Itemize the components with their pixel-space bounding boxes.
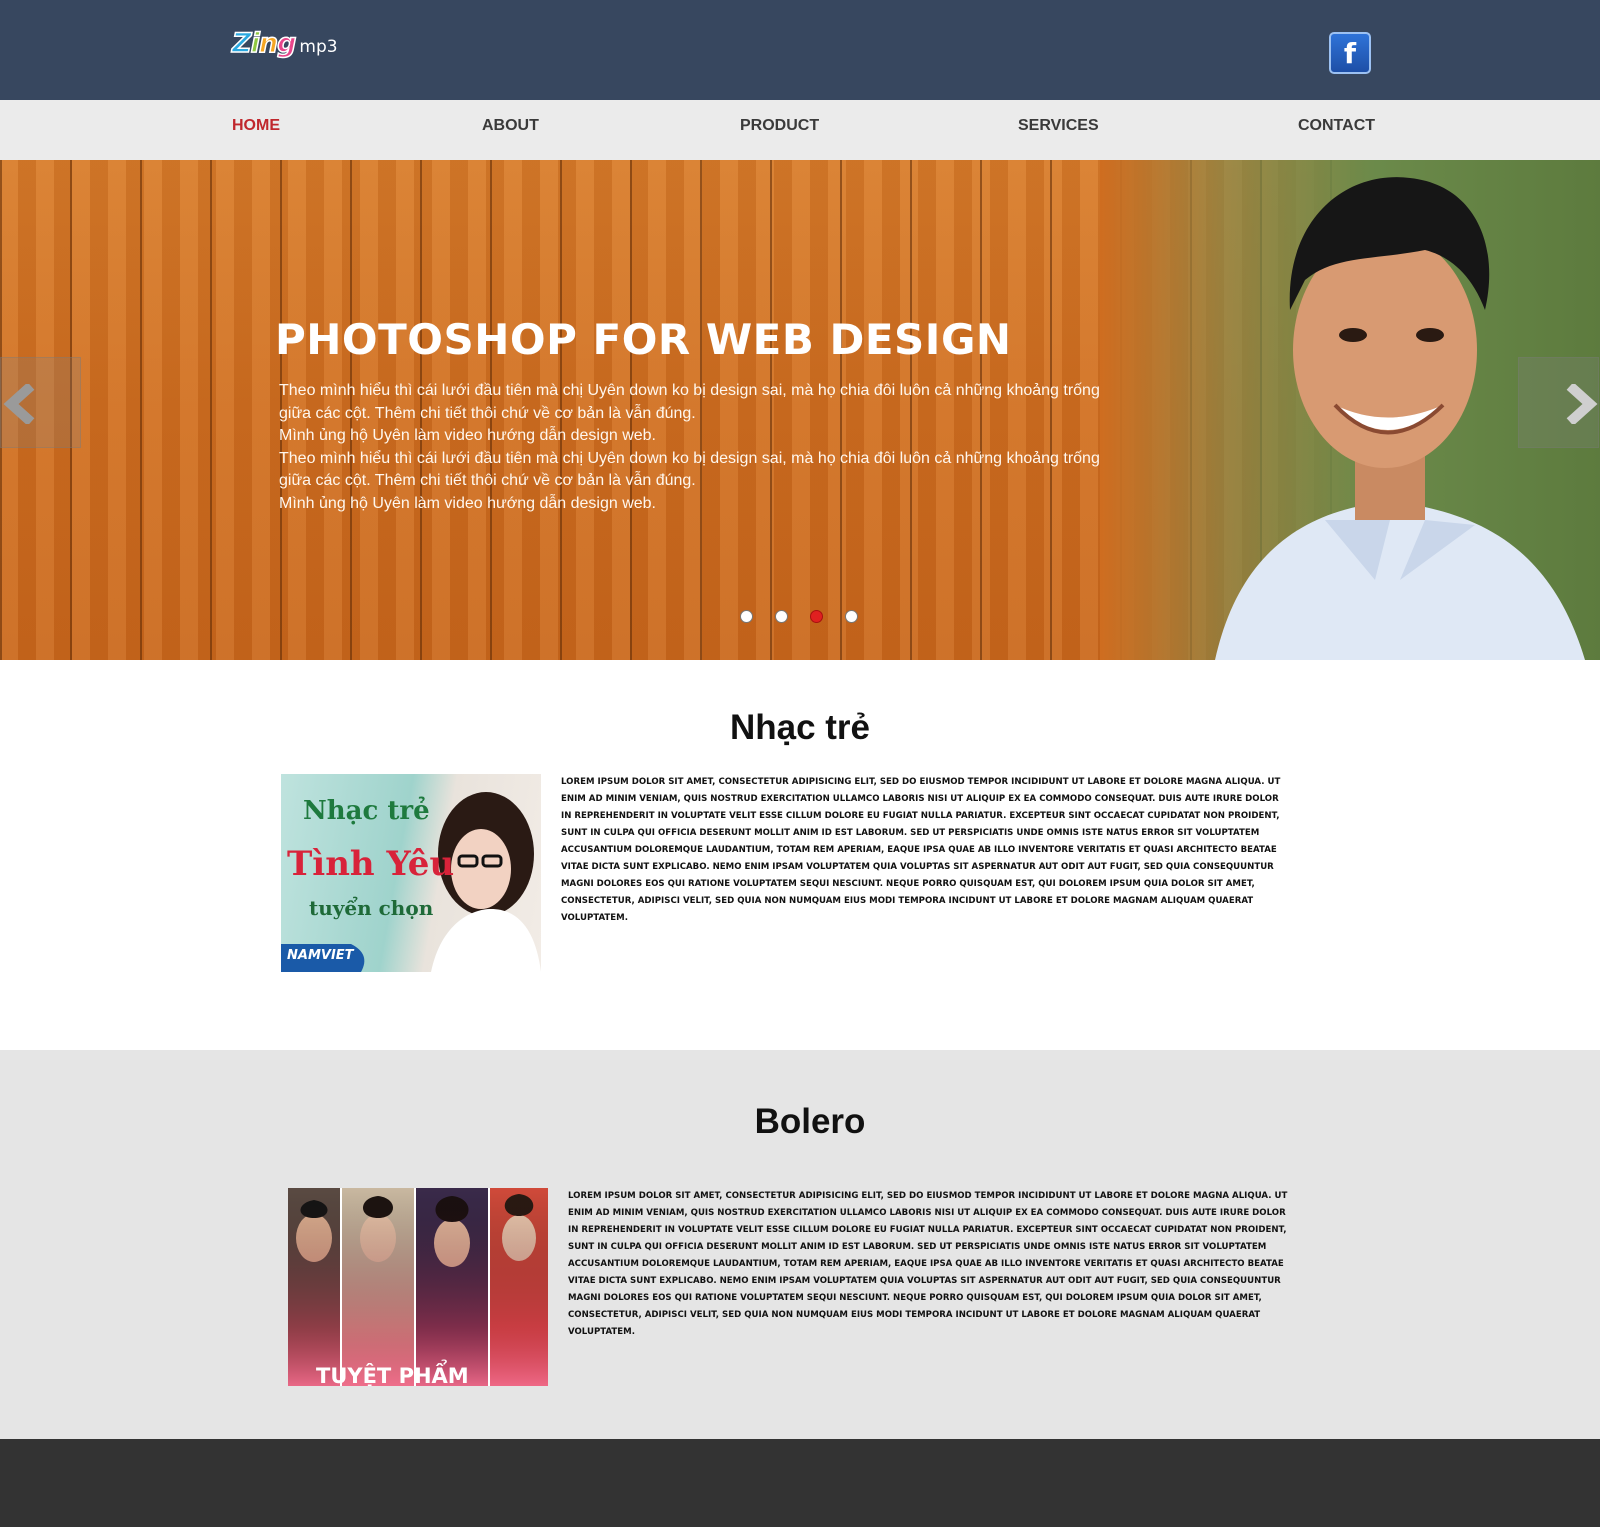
slider-dot[interactable]	[740, 610, 753, 623]
album-art	[288, 1188, 548, 1386]
nav-services[interactable]: SERVICES	[1018, 117, 1099, 135]
slider-dots	[740, 610, 858, 623]
album-publisher: NAMVIET	[287, 948, 354, 963]
slider-dot[interactable]	[775, 610, 788, 623]
main-nav: HOME ABOUT PRODUCT SERVICES CONTACT	[0, 100, 1600, 160]
slider-next-button[interactable]	[1518, 357, 1599, 448]
logo-letter: n	[258, 28, 279, 59]
slider-dot-active[interactable]	[810, 610, 823, 623]
section-title: Bolero	[754, 1102, 866, 1141]
nav-product[interactable]: PRODUCT	[740, 117, 819, 135]
logo-letter: i	[250, 28, 261, 59]
hero-line: Theo mình hiểu thì cái lưới đầu tiên mà …	[279, 449, 1100, 467]
hero-line: Mình ủng hộ Uyên làm video hướng dẫn des…	[279, 494, 656, 512]
logo-brand: Zing	[231, 28, 297, 59]
hero-line: giữa các cột. Thêm chi tiết thôi chứ về …	[279, 472, 696, 489]
hero-slider: PHOTOSHOP FOR WEB DESIGN Theo mình hiểu …	[0, 160, 1600, 660]
album-cover-bolero[interactable]: TUYỆT PHẨM	[288, 1188, 548, 1386]
section-bolero: Bolero TUYỆT PHẨM LOREM IPSUM DOLOR SIT …	[0, 1050, 1600, 1439]
nav-contact[interactable]: CONTACT	[1298, 117, 1375, 135]
slider-prev-button[interactable]	[0, 357, 81, 448]
album-subtitle: Tình Yêu	[287, 844, 455, 884]
section-title: Nhạc trẻ	[729, 708, 871, 747]
section-body: Lorem ipsum dolor sit amet, consectetur …	[561, 777, 1281, 923]
site-footer	[0, 1439, 1600, 1527]
album-tagline: tuyển chọn	[309, 896, 434, 920]
nav-home[interactable]: HOME	[232, 117, 280, 135]
logo-letter: Z	[231, 28, 252, 59]
hero-line: giữa các cột. Thêm chi tiết thôi chứ về …	[279, 404, 696, 422]
album-title: TUYỆT PHẨM	[316, 1364, 469, 1386]
hero-line: Mình ủng hộ Uyên làm video hướng dẫn des…	[279, 427, 656, 444]
facebook-icon[interactable]: f	[1329, 32, 1371, 74]
album-title: Nhạc trẻ	[303, 796, 430, 826]
section-body: Lorem ipsum dolor sit amet, consectetur …	[568, 1191, 1288, 1337]
chevron-right-icon	[1566, 384, 1598, 424]
logo-suffix: mp3	[299, 37, 338, 57]
site-header: Zing mp3 f	[0, 0, 1600, 100]
album-cover-nhac-tre[interactable]: Nhạc trẻ Tình Yêu tuyển chọn NAMVIET	[281, 774, 541, 972]
section-nhac-tre: Nhạc trẻ Nhạc trẻ Tình Yêu tuyển chọn NA…	[0, 660, 1600, 1050]
hero-title: PHOTOSHOP FOR WEB DESIGN	[275, 315, 1012, 364]
slider-dot[interactable]	[845, 610, 858, 623]
hero-line: Theo mình hiểu thì cái lưới đầu tiên mà …	[279, 382, 1100, 399]
hero-description: Theo mình hiểu thì cái lưới đầu tiên mà …	[279, 380, 1109, 515]
logo[interactable]: Zing mp3	[231, 28, 338, 59]
chevron-left-icon	[3, 384, 35, 424]
logo-letter: g	[276, 28, 297, 59]
nav-about[interactable]: ABOUT	[482, 117, 539, 135]
